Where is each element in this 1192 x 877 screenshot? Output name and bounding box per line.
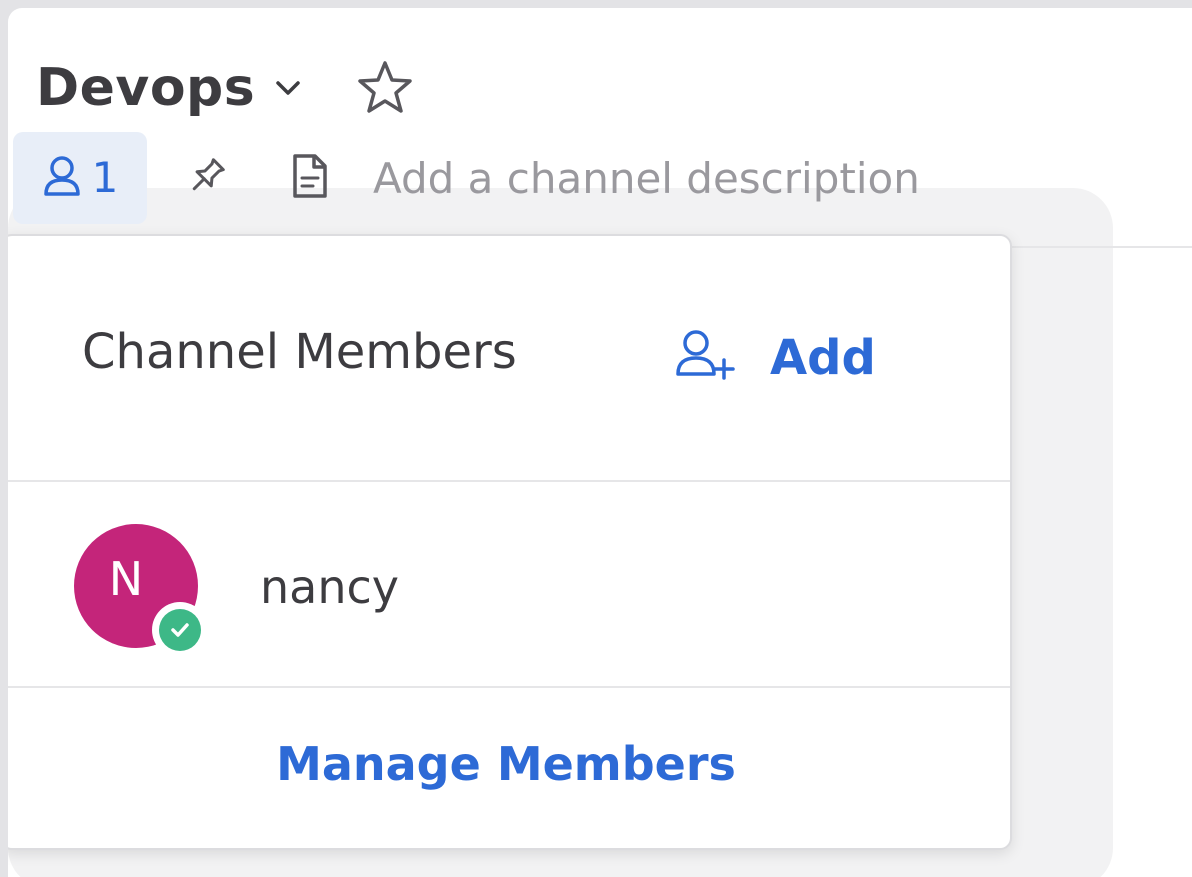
channel-files-button[interactable]	[279, 148, 339, 208]
header-divider	[1008, 246, 1192, 248]
popover-title: Channel Members	[82, 324, 517, 380]
add-members-label: Add	[770, 330, 876, 386]
member-icon	[42, 154, 82, 202]
popover-header: Channel Members Add	[8, 236, 1010, 480]
add-member-icon	[672, 328, 736, 388]
status-badge	[152, 602, 208, 658]
channel-name[interactable]: Devops	[36, 62, 255, 114]
avatar-initial: N	[108, 552, 144, 606]
channel-members-button[interactable]: 1	[13, 132, 147, 224]
channel-header: Devops	[36, 52, 417, 124]
chevron-down-icon[interactable]	[271, 71, 305, 105]
list-item[interactable]: N nancy	[8, 482, 1010, 686]
member-name: nancy	[260, 560, 400, 614]
channel-subheader: 1 Add a channel description	[13, 132, 920, 224]
star-icon[interactable]	[353, 56, 417, 120]
channel-description-prompt[interactable]: Add a channel description	[373, 154, 920, 203]
add-members-button[interactable]: Add	[672, 328, 876, 388]
member-count: 1	[91, 153, 119, 202]
manage-members-button[interactable]: Manage Members	[8, 688, 1010, 848]
check-circle-icon	[159, 609, 201, 651]
file-icon	[289, 152, 329, 204]
app-window: Devops 1 Add a channel description Chann…	[8, 8, 1192, 877]
pin-icon	[185, 154, 229, 202]
channel-members-popover: Channel Members Add N nancy Manage Membe…	[8, 234, 1012, 850]
manage-members-label: Manage Members	[276, 737, 736, 791]
pinned-messages-button[interactable]	[177, 148, 237, 208]
